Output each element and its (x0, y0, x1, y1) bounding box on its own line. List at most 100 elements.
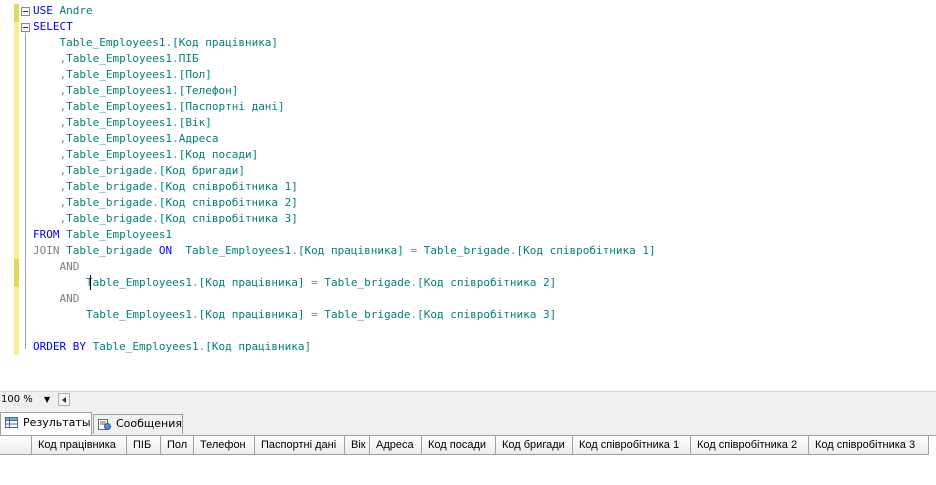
code-line: FROM Table_Employees1 (33, 227, 656, 243)
column-header[interactable]: Код співробітника 3 (809, 436, 929, 455)
code-line: ,Table_Employees1.[Код посади] (33, 147, 656, 163)
code-token: AND (59, 292, 80, 305)
code-token: SELECT (33, 20, 73, 33)
code-line: AND (33, 259, 656, 275)
grid-header-row: Код працівника ПІБ Пол Телефон Паспортні… (0, 436, 929, 455)
code-token: [Код співробітника 3] (417, 308, 557, 321)
query-editor[interactable]: USE Andre SELECT Table_Employees1.[Код пр… (0, 0, 936, 391)
code-token: [Пол] (178, 68, 212, 81)
code-token: [Код працівника] (198, 308, 312, 321)
results-tab-bar: Результаты Сообщения (0, 408, 936, 435)
code-token: [Паспортні дані] (178, 100, 285, 113)
code-token: = (311, 308, 318, 321)
code-token: . (172, 148, 179, 161)
grid-corner-cell[interactable] (0, 436, 32, 455)
code-token: . (191, 308, 199, 321)
code-token: . (152, 180, 159, 193)
code-line: Table_Employees1.[Код працівника] (33, 35, 656, 51)
column-header[interactable]: Код співробітника 1 (573, 436, 691, 455)
chevron-down-icon[interactable]: ▼ (44, 395, 50, 404)
code-line: ,Table_Employees1.[Телефон] (33, 83, 656, 99)
results-grid[interactable]: Код працівника ПІБ Пол Телефон Паспортні… (0, 435, 936, 485)
collapse-select-icon[interactable] (21, 23, 30, 32)
column-header[interactable]: Адреса (370, 436, 422, 455)
code-token: [Код співробітника 3] (158, 212, 298, 225)
column-header[interactable]: ПІБ (127, 436, 161, 455)
column-header[interactable]: Код посади (422, 436, 496, 455)
code-token: Table_Employees1 (66, 52, 173, 65)
code-token: [Код бригади] (158, 164, 245, 177)
code-token: . (191, 276, 199, 289)
code-token: Table_brigade (317, 276, 411, 289)
column-header[interactable]: Пол (161, 436, 194, 455)
code-token: AND (59, 260, 80, 273)
code-token: [Код працівника] (198, 276, 312, 289)
code-token: [Код працівника] (297, 244, 411, 257)
column-header[interactable]: Код працівника (32, 436, 127, 455)
code-token: USE (33, 4, 60, 17)
scroll-left-button[interactable] (58, 393, 70, 406)
code-token: . (152, 212, 159, 225)
collapse-use-icon[interactable] (21, 7, 30, 16)
code-token: = (311, 276, 318, 289)
code-token: Table_Employees1 (92, 340, 199, 353)
code-token: Table_Employees1 (66, 84, 173, 97)
code-token: . (172, 52, 179, 65)
column-header[interactable]: Паспортні дані (255, 436, 345, 455)
code-line: ,Table_brigade.[Код співробітника 2] (33, 195, 656, 211)
code-token: Table_brigade (66, 164, 153, 177)
code-token: . (152, 196, 159, 209)
messages-icon (98, 419, 111, 430)
code-line: ,Table_Employees1.Адреса (33, 131, 656, 147)
code-token: [Код працівника] (172, 36, 279, 49)
code-token: Table_Employees1 (59, 36, 166, 49)
code-token: Table_Employees1 (66, 116, 173, 129)
code-token: . (509, 244, 517, 257)
code-token: . (291, 244, 298, 257)
code-token: . (172, 116, 179, 129)
tab-messages-label: Сообщения (116, 417, 183, 430)
code-token: Адреса (178, 132, 219, 145)
sql-code[interactable]: USE Andre SELECT Table_Employees1.[Код пр… (33, 3, 656, 355)
column-header[interactable]: Телефон (194, 436, 255, 455)
code-token: [Код співробітника 1] (516, 244, 656, 257)
code-token: . (172, 132, 179, 145)
code-token: [Код посади] (178, 148, 259, 161)
code-line: ,Table_Employees1.ПІБ (33, 51, 656, 67)
code-line: Table_Employees1.[Код працівника] = Tabl… (33, 275, 656, 291)
code-token: Table_Employees1 (85, 276, 192, 289)
tab-messages[interactable]: Сообщения (93, 414, 183, 434)
tab-results[interactable]: Результаты (0, 412, 92, 435)
code-line: ,Table_brigade.[Код співробітника 1] (33, 179, 656, 195)
column-header[interactable]: Вік (345, 436, 370, 455)
change-tracking-bar (14, 4, 19, 355)
code-token: ON (158, 244, 173, 257)
column-header[interactable]: Код співробітника 2 (691, 436, 809, 455)
column-header[interactable]: Код бригади (496, 436, 573, 455)
code-token: . (172, 68, 179, 81)
code-token: Table_brigade (417, 244, 510, 257)
code-line: ,Table_Employees1.[Пол] (33, 67, 656, 83)
code-line: ORDER BY Table_Employees1.[Код працівник… (33, 339, 656, 355)
code-token: Table_brigade (66, 244, 159, 257)
code-token: Table_brigade (66, 196, 153, 209)
code-token: Table_brigade (317, 308, 411, 321)
code-line: ,Table_brigade.[Код бригади] (33, 163, 656, 179)
code-token: ORDER BY (33, 340, 93, 353)
code-line: USE Andre (33, 3, 656, 19)
code-token: Table_Employees1 (66, 132, 173, 145)
